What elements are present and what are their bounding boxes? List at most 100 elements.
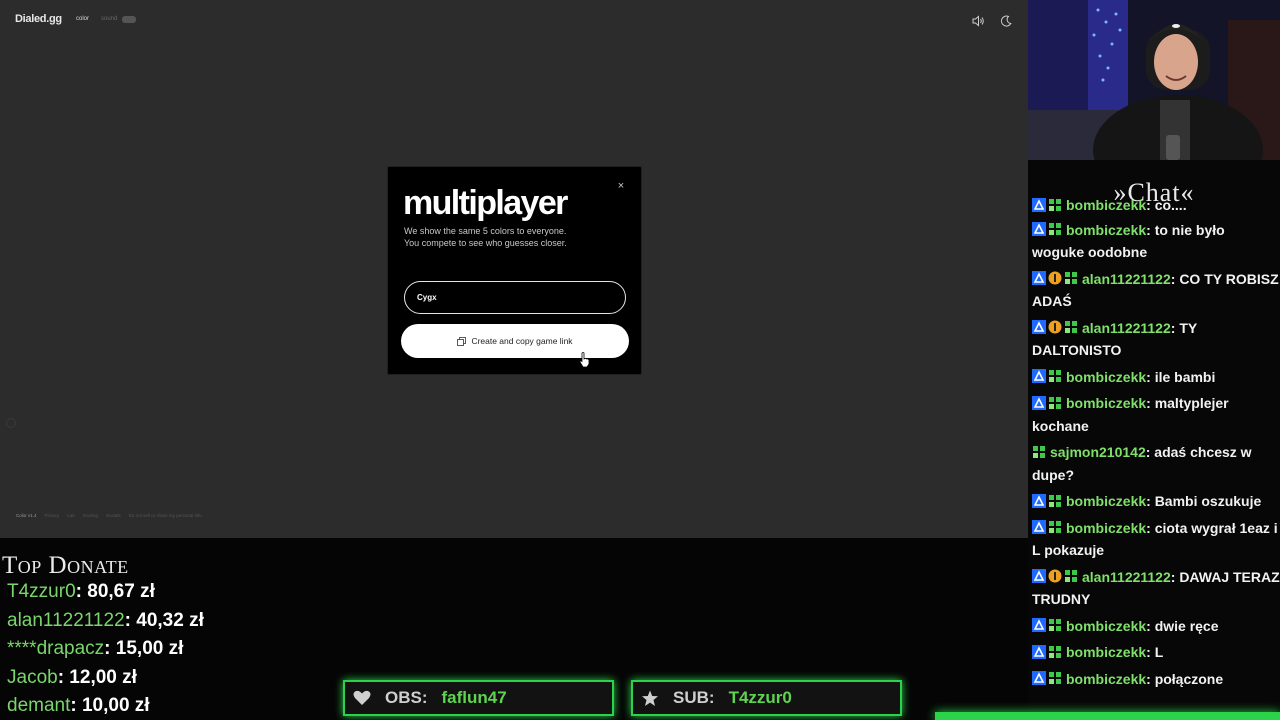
prime-gaming-icon: [1032, 197, 1046, 212]
donate-entry: demant: 10,00 zł: [7, 692, 204, 720]
donor-amount: : 12,00 zł: [57, 666, 137, 688]
chat-username[interactable]: sajmon210142: [1050, 444, 1146, 460]
donate-entry: ****drapacz: 15,00 zł: [7, 635, 204, 664]
bits-badge-icon: [1048, 320, 1062, 334]
chat-username[interactable]: bombiczekk: [1066, 493, 1146, 509]
stream-layout: Dialed.gg color sound Color v1.4 Privacy…: [0, 0, 1280, 720]
webcam-feed: [1028, 0, 1280, 160]
footer-lab-link[interactable]: Lab: [67, 513, 75, 518]
chat-message-list: bombiczekk: co.... bombiczekk: to nie był…: [1032, 197, 1280, 694]
donate-entry: alan11221122: 40,32 zł: [7, 607, 204, 636]
chat-text: : co....: [1146, 197, 1187, 213]
chat-username[interactable]: bombiczekk: [1066, 395, 1146, 411]
obs-label: OBS:: [385, 688, 428, 707]
chat-username[interactable]: alan11221122: [1082, 271, 1171, 287]
create-game-link-label: Create and copy game link: [471, 336, 573, 346]
nav-sound-link[interactable]: sound: [101, 16, 117, 22]
chat-message: bombiczekk: dwie ręce: [1032, 615, 1280, 638]
chat-username[interactable]: bombiczekk: [1066, 520, 1146, 536]
chat-username[interactable]: bombiczekk: [1066, 671, 1146, 687]
chat-message: sajmon210142: adaś chcesz w dupe?: [1032, 441, 1280, 486]
chat-message: bombiczekk: połączone: [1032, 668, 1280, 691]
prime-gaming-icon: [1032, 493, 1046, 508]
chat-text: : dwie ręce: [1146, 617, 1219, 634]
speaker-icon[interactable]: [971, 14, 985, 28]
chat-text: : połączone: [1146, 670, 1224, 687]
donor-name: alan11221122: [7, 609, 125, 631]
footer-socials-link[interactable]: Socials: [106, 513, 121, 518]
donor-amount: : 10,00 zł: [70, 695, 150, 716]
sub-box: SUB: T4zzur0: [631, 680, 902, 716]
modal-desc-line-1: We show the same 5 colors to everyone.: [404, 226, 567, 236]
prime-gaming-icon: [1032, 271, 1046, 286]
donor-name: Jacob: [7, 666, 58, 688]
obs-box: OBS: faflun47: [343, 680, 614, 716]
chat-text: : L: [1146, 644, 1164, 660]
chat-message: bombiczekk: ciota wygrał 1eaz i L pokazu…: [1032, 517, 1280, 562]
chat-message: bombiczekk: co....: [1032, 194, 1280, 217]
subscriber-badge-icon: [1033, 445, 1045, 458]
close-icon[interactable]: ×: [615, 180, 627, 192]
subscriber-badge-icon: [1049, 370, 1061, 383]
player-name-input[interactable]: [404, 281, 626, 314]
create-game-link-button[interactable]: Create and copy game link: [401, 324, 629, 358]
settings-dot-icon[interactable]: [6, 418, 16, 428]
chat-text: : Bambi oszukuje: [1146, 493, 1262, 509]
footer-privacy-link[interactable]: Privacy: [45, 513, 60, 518]
subscriber-badge-icon: [1049, 619, 1061, 632]
prime-gaming-icon: [1032, 520, 1046, 535]
sub-value: T4zzur0: [728, 688, 792, 707]
footer-version: Color v1.4: [16, 513, 37, 518]
chat-message: alan11221122: TY DALTONISTO: [1032, 317, 1280, 362]
chat-username[interactable]: bombiczekk: [1066, 197, 1146, 213]
game-window: Dialed.gg color sound Color v1.4 Privacy…: [0, 0, 1028, 538]
donate-entry: Jacob: 12,00 zł: [7, 664, 204, 693]
prime-gaming-icon: [1032, 569, 1046, 584]
bits-badge-icon: [1048, 569, 1062, 583]
modal-title: multiplayer: [403, 184, 568, 222]
prime-gaming-icon: [1032, 618, 1046, 633]
footer-scoring-link[interactable]: Scoring: [83, 513, 98, 518]
chat-text: : ile bambi: [1146, 368, 1216, 385]
prime-gaming-icon: [1032, 671, 1046, 686]
subscriber-badge-icon: [1049, 494, 1061, 507]
modal-desc-line-2: You compete to see who guesses closer.: [404, 237, 567, 248]
multiplayer-modal: × multiplayer We show the same 5 colors …: [387, 166, 642, 375]
subscriber-badge-icon: [1049, 672, 1061, 685]
copy-icon: [457, 336, 467, 346]
chat-message: bombiczekk: to nie było woguke oodobne: [1032, 219, 1280, 264]
chat-username[interactable]: alan11221122: [1082, 569, 1171, 585]
sub-label: SUB:: [673, 688, 715, 707]
brand-logo[interactable]: Dialed.gg: [15, 13, 62, 25]
chat-message: bombiczekk: L: [1032, 641, 1280, 664]
chat-username[interactable]: bombiczekk: [1066, 369, 1146, 385]
chat-message: bombiczekk: ile bambi: [1032, 366, 1280, 389]
donor-amount: : 80,67 zł: [75, 581, 155, 602]
chat-bottom-glow: [935, 712, 1280, 720]
moon-icon[interactable]: [999, 14, 1013, 28]
subscriber-badge-icon: [1065, 570, 1077, 583]
subscriber-badge-icon: [1049, 645, 1061, 658]
obs-value: faflun47: [441, 688, 507, 707]
prime-gaming-icon: [1032, 644, 1046, 659]
chat-username[interactable]: bombiczekk: [1066, 222, 1146, 238]
prime-gaming-icon: [1032, 320, 1046, 335]
donor-name: ****drapacz: [7, 638, 105, 659]
prime-gaming-icon: [1032, 222, 1046, 237]
chat-message: alan11221122: CO TY ROBISZ ADAŚ: [1032, 268, 1280, 313]
subscriber-badge-icon: [1049, 396, 1061, 409]
subscriber-badge-icon: [1049, 521, 1061, 534]
streamer-webcam-image: [1028, 0, 1280, 160]
chat-username[interactable]: alan11221122: [1082, 320, 1171, 336]
chat-username[interactable]: bombiczekk: [1066, 618, 1146, 634]
chat-message: alan11221122: DAWAJ TERAZ TRUDNY: [1032, 566, 1280, 611]
nav-color-link[interactable]: color: [76, 16, 89, 22]
chat-username[interactable]: bombiczekk: [1066, 644, 1146, 660]
hand-cursor-icon: [579, 352, 590, 368]
donor-amount: : 40,32 zł: [124, 609, 204, 631]
footer-privacy-optout-link[interactable]: Do not sell or share my personal info: [129, 513, 202, 518]
heart-icon: [353, 690, 371, 705]
subscriber-badge-icon: [1065, 272, 1077, 285]
prime-gaming-icon: [1032, 369, 1046, 384]
footer-links: Color v1.4 Privacy Lab Scoring Socials D…: [16, 513, 202, 518]
